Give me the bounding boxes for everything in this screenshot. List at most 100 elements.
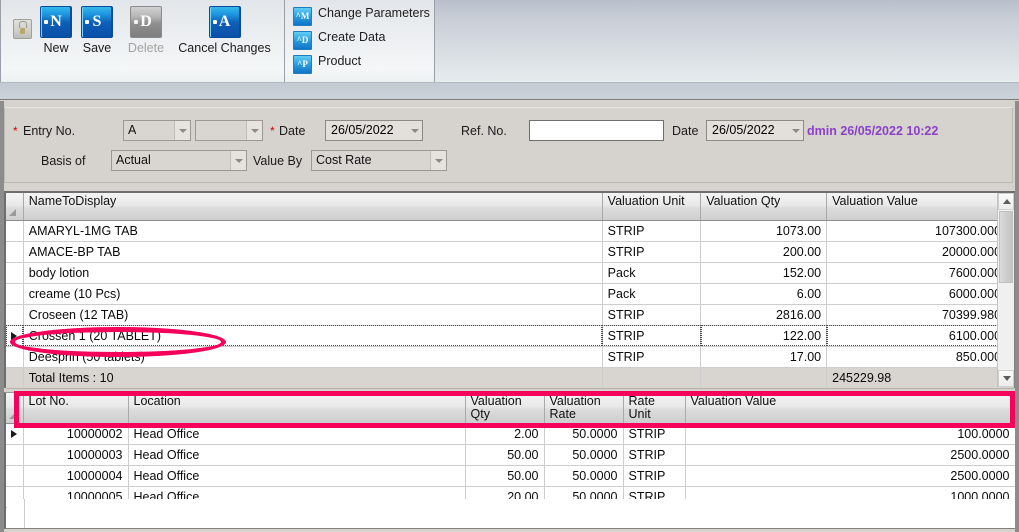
window-right-edge [1015, 101, 1019, 532]
table-row[interactable]: AMARYL-1MG TAB STRIP 1073.00 107300.0000 [6, 220, 1014, 242]
lot-details-grid[interactable]: Lot No. Location Valuation Qty Valuation… [4, 392, 1016, 529]
chevron-down-icon[interactable] [792, 129, 800, 133]
cell-valuation-value[interactable]: 100.0000 [685, 423, 1016, 445]
basis-of-select[interactable]: Actual [111, 150, 247, 171]
chevron-down-icon[interactable] [174, 121, 190, 140]
table-row[interactable]: creame (10 Pcs) Pack 6.00 6000.0000 [6, 283, 1014, 305]
table-row[interactable]: Deesprin (50 tablets) STRIP 17.00 850.00… [6, 346, 1014, 368]
row-selector[interactable] [6, 304, 24, 326]
table-row[interactable]: body lotion Pack 152.00 7600.0000 [6, 262, 1014, 284]
cell-location[interactable]: Head Office [128, 465, 466, 487]
cell-valuation-qty[interactable]: 50.00 [465, 444, 545, 466]
column-header-rate-unit[interactable]: Rate Unit [623, 393, 686, 424]
column-header-valuation-value[interactable]: Valuation Value [685, 393, 1016, 424]
cell-name[interactable]: Crossen 1 (20 TABLET) [23, 325, 603, 347]
cell-valuation-qty[interactable]: 50.00 [465, 465, 545, 487]
cell-rate-unit[interactable]: STRIP [623, 423, 686, 445]
table-row[interactable]: 10000003 Head Office 50.00 50.0000 STRIP… [6, 444, 1016, 466]
cell-name[interactable]: creame (10 Pcs) [23, 283, 603, 305]
cell-location[interactable]: Head Office [128, 423, 466, 445]
cell-valuation-qty[interactable]: 122.00 [700, 325, 828, 347]
cell-valuation-value[interactable]: 2500.0000 [685, 465, 1016, 487]
chevron-down-icon[interactable] [430, 151, 446, 170]
table-row[interactable]: AMACE-BP TAB STRIP 200.00 20000.0000 [6, 241, 1014, 263]
row-selector[interactable] [6, 465, 24, 487]
scroll-down-icon[interactable] [998, 370, 1014, 387]
main-grid-vertical-scrollbar[interactable] [997, 193, 1014, 387]
cell-valuation-unit[interactable]: STRIP [602, 304, 702, 326]
column-header-valuation-unit[interactable]: Valuation Unit [602, 193, 702, 221]
cell-lot-no[interactable]: 10000002 [23, 423, 129, 445]
column-header-name[interactable]: NameToDisplay [23, 193, 603, 221]
table-row[interactable]: Croseen (12 TAB) STRIP 2816.00 70399.980… [6, 304, 1014, 326]
chevron-down-icon[interactable] [246, 121, 262, 140]
column-header-valuation-rate[interactable]: Valuation Rate [544, 393, 624, 424]
cell-lot-no[interactable]: 10000003 [23, 444, 129, 466]
cell-valuation-unit[interactable]: STRIP [602, 325, 702, 347]
table-row-selected[interactable]: Crossen 1 (20 TABLET) STRIP 122.00 6100.… [6, 325, 1014, 347]
cell-valuation-value[interactable]: 850.0000 [826, 346, 1014, 368]
row-selector[interactable] [6, 444, 24, 466]
cell-valuation-rate[interactable]: 50.0000 [544, 444, 624, 466]
table-row[interactable]: 10000002 Head Office 2.00 50.0000 STRIP … [6, 423, 1016, 445]
cell-valuation-value[interactable]: 6100.0000 [826, 325, 1014, 347]
cell-valuation-value[interactable]: 6000.0000 [826, 283, 1014, 305]
cell-name[interactable]: body lotion [23, 262, 603, 284]
cell-name[interactable]: Deesprin (50 tablets) [23, 346, 603, 368]
row-selector[interactable] [6, 262, 24, 284]
cell-valuation-qty[interactable]: 2.00 [465, 423, 545, 445]
cell-valuation-value[interactable]: 7600.0000 [826, 262, 1014, 284]
column-header-valuation-qty[interactable]: Valuation Qty [700, 193, 828, 221]
column-header-valuation-qty[interactable]: Valuation Qty [465, 393, 545, 424]
cell-valuation-rate[interactable]: 50.0000 [544, 465, 624, 487]
ref-no-field[interactable] [529, 120, 664, 141]
date-input[interactable]: 26/05/2022 [325, 120, 423, 141]
cancel-changes-button[interactable]: A Cancel Changes [168, 6, 281, 55]
entry-no-prefix-select[interactable]: A [123, 120, 191, 141]
row-selector-current[interactable] [6, 325, 24, 347]
row-selector[interactable] [6, 220, 24, 242]
scrollbar-thumb[interactable] [999, 211, 1013, 283]
row-selector[interactable] [6, 283, 24, 305]
cell-rate-unit[interactable]: STRIP [623, 465, 686, 487]
cell-valuation-unit[interactable]: STRIP [602, 346, 702, 368]
menu-item-product[interactable]: ^P Product [293, 53, 429, 75]
cell-valuation-qty[interactable]: 2816.00 [700, 304, 828, 326]
cell-valuation-qty[interactable]: 6.00 [700, 283, 828, 305]
table-row[interactable]: 10000004 Head Office 50.00 50.0000 STRIP… [6, 465, 1016, 487]
cell-valuation-value[interactable]: 2500.0000 [685, 444, 1016, 466]
cell-valuation-value[interactable]: 70399.9800 [826, 304, 1014, 326]
cell-name[interactable]: Croseen (12 TAB) [23, 304, 603, 326]
menu-item-change-parameters[interactable]: ^M Change Parameters [293, 5, 430, 27]
cell-valuation-qty[interactable]: 200.00 [700, 241, 828, 263]
cell-valuation-unit[interactable]: Pack [602, 283, 702, 305]
row-selector[interactable] [6, 241, 24, 263]
cell-name[interactable]: AMARYL-1MG TAB [23, 220, 603, 242]
valuation-items-grid[interactable]: NameToDisplay Valuation Unit Valuation Q… [4, 191, 1015, 389]
cell-valuation-unit[interactable]: STRIP [602, 220, 702, 242]
scroll-up-icon[interactable] [998, 193, 1014, 210]
chevron-down-icon[interactable] [411, 129, 419, 133]
cell-valuation-qty[interactable]: 17.00 [700, 346, 828, 368]
cell-valuation-unit[interactable]: Pack [602, 262, 702, 284]
cell-rate-unit[interactable]: STRIP [623, 444, 686, 466]
column-header-lot-no[interactable]: Lot No. [23, 393, 129, 424]
entry-no-number-select[interactable] [195, 120, 263, 141]
cell-valuation-qty[interactable]: 152.00 [700, 262, 828, 284]
row-selector-current[interactable] [6, 423, 24, 445]
column-header-valuation-value[interactable]: Valuation Value [826, 193, 1014, 221]
column-header-location[interactable]: Location [128, 393, 466, 424]
cell-valuation-unit[interactable]: STRIP [602, 241, 702, 263]
cell-lot-no[interactable]: 10000004 [23, 465, 129, 487]
cell-valuation-value[interactable]: 107300.0000 [826, 220, 1014, 242]
menu-item-create-data[interactable]: ^D Create Data [293, 29, 429, 51]
cell-name[interactable]: AMACE-BP TAB [23, 241, 603, 263]
date2-input[interactable]: 26/05/2022 [706, 120, 804, 141]
value-by-select[interactable]: Cost Rate [311, 150, 447, 171]
cell-valuation-rate[interactable]: 50.0000 [544, 423, 624, 445]
cell-valuation-value[interactable]: 20000.0000 [826, 241, 1014, 263]
chevron-down-icon[interactable] [230, 151, 246, 170]
cell-location[interactable]: Head Office [128, 444, 466, 466]
cell-valuation-qty[interactable]: 1073.00 [700, 220, 828, 242]
row-selector[interactable] [6, 346, 24, 368]
